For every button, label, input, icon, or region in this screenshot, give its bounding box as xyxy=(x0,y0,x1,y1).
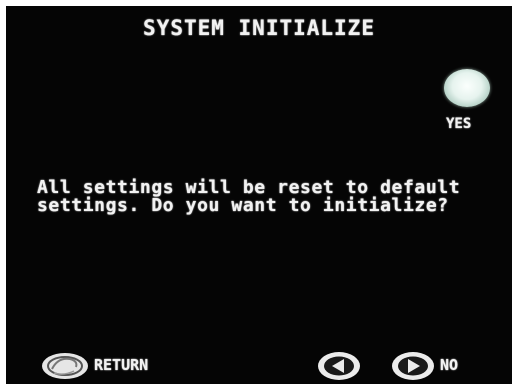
no-label[interactable]: NO xyxy=(440,356,458,374)
round-button-icon[interactable] xyxy=(444,69,490,107)
page-title: SYSTEM INITIALIZE xyxy=(143,16,375,40)
return-label[interactable]: RETURN xyxy=(94,356,148,374)
message-line-2: settings. Do you want to initialize? xyxy=(37,195,449,216)
return-button-icon[interactable] xyxy=(40,351,90,381)
yes-label[interactable]: YES xyxy=(446,116,471,132)
osd-screen: SYSTEM INITIALIZE YES All settings will … xyxy=(6,6,512,384)
right-arrow-icon[interactable] xyxy=(390,350,436,382)
left-arrow-icon[interactable] xyxy=(316,350,362,382)
confirmation-message: All settings will be reset to default se… xyxy=(37,179,460,215)
